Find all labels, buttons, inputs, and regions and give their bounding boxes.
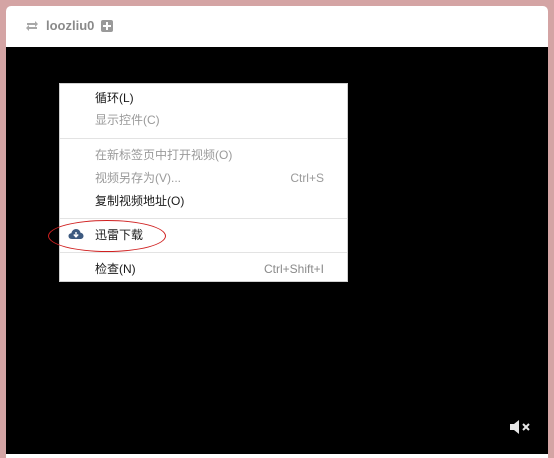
menu-item-shortcut: Ctrl+Shift+I — [263, 262, 324, 276]
menu-item-copy-video-address[interactable]: 复制视频地址(O) — [60, 191, 347, 211]
menu-item-loop[interactable]: 循环(L) — [60, 88, 347, 108]
menu-item-open-in-new-tab[interactable]: 在新标签页中打开视频(O) — [60, 145, 347, 165]
menu-item-save-video-as[interactable]: 视频另存为(V)... Ctrl+S — [60, 168, 347, 188]
menu-item-label: 复制视频地址(O) — [95, 194, 185, 208]
menu-divider — [60, 138, 347, 139]
menu-item-label: 循环(L) — [95, 91, 134, 105]
menu-divider — [60, 218, 347, 219]
menu-item-label: 显示控件(C) — [95, 113, 160, 127]
add-icon[interactable] — [101, 20, 113, 32]
menu-item-label: 检查(N) — [95, 262, 136, 276]
menu-item-show-controls[interactable]: 显示控件(C) — [60, 110, 347, 130]
username-link[interactable]: loozliu0 — [46, 18, 94, 34]
menu-divider — [60, 252, 347, 253]
post-card: loozliu0 循环(L) 显示控件(C) 在新标签页中打开视频(O) 视频另… — [6, 6, 548, 458]
menu-item-label: 视频另存为(V)... — [95, 171, 181, 185]
menu-item-shortcut: Ctrl+S — [290, 171, 324, 185]
volume-muted-icon[interactable] — [508, 418, 536, 436]
context-menu: 循环(L) 显示控件(C) 在新标签页中打开视频(O) 视频另存为(V)... … — [59, 83, 348, 282]
menu-item-inspect[interactable]: 检查(N) Ctrl+Shift+I — [60, 259, 347, 279]
highlight-ring — [48, 220, 166, 252]
repeat-icon — [26, 21, 38, 31]
card-header: loozliu0 — [6, 6, 548, 47]
menu-item-label: 在新标签页中打开视频(O) — [95, 148, 233, 162]
